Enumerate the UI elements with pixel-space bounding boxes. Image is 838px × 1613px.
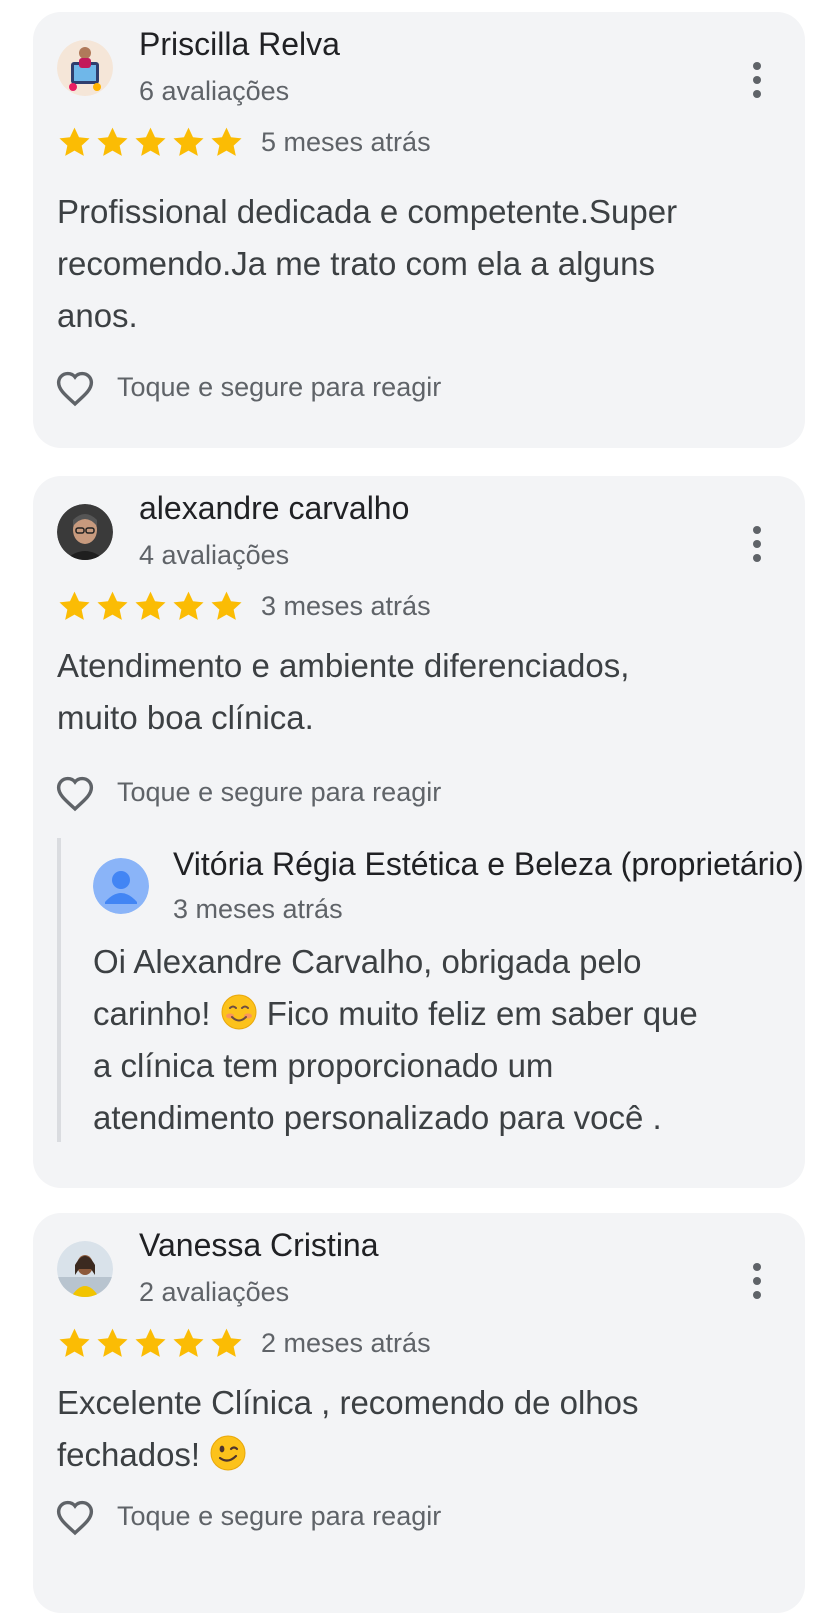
owner-avatar-icon [93,858,149,914]
star-icon [97,591,128,620]
star-icon [173,591,204,620]
review-time: 3 meses atrás [261,590,431,621]
reviewer-name[interactable]: alexandre carvalho [139,490,409,527]
owner-reply-time: 3 meses atrás [173,894,343,924]
more-options-icon[interactable] [745,1261,769,1301]
review-text-line: Profissional dedicada e competente.Super [57,193,678,230]
reply-text-segment: Fico muito feliz em saber que [257,995,698,1032]
reviewer-avatar[interactable] [57,504,113,560]
star-icon [135,127,166,156]
star-icon [97,127,128,156]
review-text-segment: fechados! [57,1436,210,1473]
reviewer-avatar[interactable] [57,40,113,96]
review-text-line: recomendo.Ja me trato com ela a alguns [57,245,655,282]
star-icon [59,1328,90,1357]
smiling-face-emoji-icon [221,994,257,1030]
star-icon [135,591,166,620]
heart-outline-icon [56,371,94,407]
react-label: Toque e segure para reagir [117,1500,442,1531]
reply-text-segment: carinho! [93,995,220,1032]
review-time: 5 meses atrás [261,126,431,157]
reviewer-name[interactable]: Vanessa Cristina [139,1227,379,1264]
review-text-line: muito boa clínica. [57,699,314,736]
owner-reply-text: Oi Alexandre Carvalho, obrigada pelo car… [93,936,783,1142]
star-icon [211,127,242,156]
more-options-icon[interactable] [745,60,769,100]
star-rating [57,125,247,160]
star-icon [211,591,242,620]
rating-row: 2 meses atrás [57,1323,431,1363]
star-icon [173,127,204,156]
star-icon [59,127,90,156]
react-button[interactable]: Toque e segure para reagir [53,367,441,407]
review-card: Vanessa Cristina 2 avaliações 2 meses at… [33,1213,805,1613]
react-label: Toque e segure para reagir [117,776,442,807]
review-text: Atendimento e ambiente diferenciados, mu… [57,640,777,744]
review-text-line: fechados! [57,1429,777,1481]
star-rating [57,589,247,624]
reviewer-review-count: 4 avaliações [139,540,290,570]
reviewer-review-count: 6 avaliações [139,76,290,106]
rating-row: 3 meses atrás [57,586,431,626]
review-card: Priscilla Relva 6 avaliações 5 meses atr… [33,12,805,448]
heart-outline-icon [56,1500,94,1536]
review-text: Profissional dedicada e competente.Super… [57,186,777,342]
react-button[interactable]: Toque e segure para reagir [53,772,441,812]
react-label: Toque e segure para reagir [117,371,442,402]
star-rating [57,1326,247,1361]
star-icon [97,1328,128,1357]
review-text-line: Atendimento e ambiente diferenciados, [57,647,630,684]
review-text-line: anos. [57,297,138,334]
reply-text-line: carinho! Fico muito feliz em saber que [93,988,783,1040]
heart-outline-icon [56,776,94,812]
reply-text-line: a clínica tem proporcionado um [93,1047,554,1084]
owner-name: Vitória Régia Estética e Beleza (proprie… [173,846,804,882]
star-icon [59,591,90,620]
winking-face-emoji-icon [210,1435,246,1471]
react-button[interactable]: Toque e segure para reagir [53,1496,441,1536]
star-icon [211,1328,242,1357]
review-text-line: Excelente Clínica , recomendo de olhos [57,1384,639,1421]
reply-text-line: atendimento personalizado para você . [93,1099,662,1136]
review-text: Excelente Clínica , recomendo de olhos f… [57,1377,777,1481]
reviewer-avatar[interactable] [57,1241,113,1297]
star-icon [135,1328,166,1357]
review-card: alexandre carvalho 4 avaliações 3 meses … [33,476,805,1188]
reviewer-name[interactable]: Priscilla Relva [139,26,340,63]
reviewer-review-count: 2 avaliações [139,1277,290,1307]
more-options-icon[interactable] [745,524,769,564]
owner-reply: Vitória Régia Estética e Beleza (proprie… [57,838,809,1142]
review-time: 2 meses atrás [261,1327,431,1358]
star-icon [173,1328,204,1357]
reply-text-line: Oi Alexandre Carvalho, obrigada pelo [93,943,642,980]
rating-row: 5 meses atrás [57,122,431,162]
